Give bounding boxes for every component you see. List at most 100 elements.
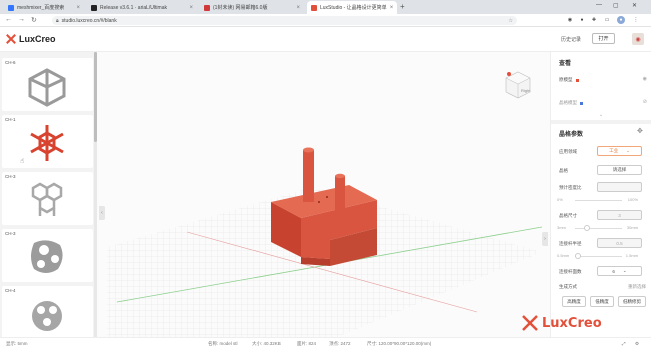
settings-icon[interactable]: ⚙ xyxy=(635,341,639,347)
chevron-down-icon: ⌄ xyxy=(622,268,627,273)
layer-color-swatch xyxy=(575,78,579,82)
eye-icon[interactable]: ◉ xyxy=(643,76,647,82)
luxcreo-x-icon xyxy=(522,315,538,331)
chevron-down-icon[interactable]: ⌄ xyxy=(599,112,603,118)
browser-tab-3[interactable]: (1封未读) 网易邮箱6.0版 × xyxy=(200,1,304,14)
strut-radius-input[interactable]: 0.5 xyxy=(597,238,642,248)
browser-tab-2[interactable]: Release v3.6.1 · ariaL/Ultimak × xyxy=(87,1,197,14)
input-value: 0.5 xyxy=(616,240,623,246)
close-icon[interactable]: × xyxy=(390,5,394,11)
close-icon[interactable]: × xyxy=(76,5,80,11)
status-vertices: 顶点: 2472 xyxy=(329,341,351,346)
open-button[interactable]: 打开 xyxy=(592,33,615,44)
size-input[interactable]: 3 xyxy=(597,210,642,220)
strut-radius-slider[interactable]: 0.5mm 1.5mm xyxy=(557,253,642,260)
reselect-link[interactable]: 重新选择 xyxy=(628,284,646,290)
sphere-lattice-thumbnail xyxy=(32,301,62,331)
high-precision-button[interactable]: 高精度 xyxy=(562,296,586,307)
gyroid-lattice-thumbnail xyxy=(31,240,63,273)
density-label: 预计密度比 xyxy=(559,185,582,190)
tab-title: meshmixer_百度搜索 xyxy=(17,5,65,11)
browser-tab-1[interactable]: meshmixer_百度搜索 × xyxy=(4,1,84,14)
lock-icon: 🔒︎ xyxy=(56,17,59,24)
puzzle-icon[interactable]: ✚ xyxy=(590,16,598,24)
maximize-icon[interactable]: ▢ xyxy=(613,2,619,9)
fullscreen-icon[interactable]: ⤢ xyxy=(622,341,626,346)
browser-tab-bar: meshmixer_百度搜索 × Release v3.6.1 · ariaL/… xyxy=(0,0,651,14)
window-close-icon[interactable]: ✕ xyxy=(632,2,637,9)
reload-icon[interactable]: ↻ xyxy=(31,16,37,24)
select-value: 请选择 xyxy=(612,167,627,172)
strut-faces-select[interactable]: 6 ⌄ xyxy=(597,266,642,276)
density-input[interactable] xyxy=(597,182,642,192)
back-icon[interactable]: ← xyxy=(5,16,12,23)
slider-min: 0.5mm xyxy=(557,253,570,258)
slider-max: 30mm xyxy=(626,225,638,230)
application-select[interactable]: 工业 ⌄ xyxy=(597,146,642,156)
slider-knob[interactable] xyxy=(575,253,581,259)
luxcreo-favicon-icon xyxy=(311,4,317,11)
settings-gear-icon[interactable]: ✥ xyxy=(637,127,643,135)
adblock-icon[interactable]: ● xyxy=(578,16,586,24)
slider-track xyxy=(575,256,622,257)
layer-row-original[interactable]: 原模型 xyxy=(559,77,579,83)
viewport-canvas xyxy=(107,147,543,337)
minimize-icon[interactable]: — xyxy=(596,2,602,8)
collapse-right-panel-button[interactable]: › xyxy=(542,232,548,246)
application-label: 应用领域 xyxy=(559,149,577,154)
forward-icon[interactable]: → xyxy=(18,16,25,23)
size-slider[interactable]: 3mm 30mm xyxy=(557,225,642,232)
bookmark-star-icon[interactable]: ☆ xyxy=(509,18,513,24)
model-card-ch4[interactable]: CH-4 xyxy=(2,286,93,337)
view-cube[interactable]: Right xyxy=(503,70,533,100)
status-name: 名称: model stl xyxy=(208,341,238,346)
url-field[interactable]: 🔒︎ studio.luxcreo.cn/#/blank ☆ xyxy=(52,16,517,25)
lattice-select[interactable]: 请选择 xyxy=(597,165,642,175)
tab-title: (1封未读) 网易邮箱6.0版 xyxy=(213,5,268,11)
layer-row-lattice[interactable]: 晶格模型 xyxy=(559,100,583,106)
low-precision-trim-button[interactable]: 低精修剪 xyxy=(618,296,646,307)
strut-faces-label: 连接杆面数 xyxy=(559,269,582,274)
cursor-hand-icon: ☝︎ xyxy=(20,158,25,165)
model-card-ch1[interactable]: CH-1 ☝︎ xyxy=(2,115,93,168)
low-precision-button[interactable]: 低精度 xyxy=(590,296,614,307)
eye-off-icon[interactable]: ⊘ xyxy=(643,99,647,105)
select-value: 工业 xyxy=(609,148,619,153)
close-icon[interactable]: × xyxy=(296,5,300,11)
density-slider[interactable]: 0% 100% xyxy=(557,197,642,204)
browser-tab-4-active[interactable]: LuxStudio - 让晶格设计更简单 × xyxy=(307,1,397,14)
user-avatar[interactable]: ◉ xyxy=(632,33,644,45)
3d-viewport[interactable]: Right xyxy=(97,52,550,337)
slider-max: 1.5mm xyxy=(625,253,638,258)
model-card-ch3-b[interactable]: CH-3 xyxy=(2,229,93,282)
collapse-left-panel-button[interactable]: ‹ xyxy=(99,206,105,220)
sidebar-icon[interactable]: ▭ xyxy=(603,16,611,24)
extension-icon[interactable]: ◉ xyxy=(566,16,574,24)
github-favicon-icon xyxy=(91,4,97,11)
model-label: CH-3 xyxy=(5,231,16,236)
honeycomb-lattice-thumbnail xyxy=(31,182,63,216)
profile-avatar-icon[interactable]: ● xyxy=(617,16,625,24)
slider-track xyxy=(575,200,622,201)
slider-knob[interactable] xyxy=(584,225,590,231)
model-card-ch6[interactable]: CH-6 xyxy=(2,58,93,111)
menu-dots-icon[interactable]: ⋮ xyxy=(632,16,640,24)
properties-panel: 查看 原模型 ◉ 晶格模型 ⊘ ⌄ 晶格参数 ✥ 应用领域 晶格 预计密度比 晶… xyxy=(550,52,651,337)
slider-min: 0% xyxy=(557,197,563,202)
layer-label: 晶格模型 xyxy=(559,100,577,105)
lattice-label: 晶格 xyxy=(559,168,568,173)
model-label: CH-6 xyxy=(5,60,16,65)
generation-label: 生成方式 xyxy=(559,284,577,289)
luxcreo-logo[interactable]: LuxCreo xyxy=(6,34,56,44)
chevron-down-icon: ⌄ xyxy=(626,148,630,153)
url-text: studio.luxcreo.cn/#/blank xyxy=(61,17,117,24)
model-library-panel: CH-6 CH-1 ☝︎ CH-3 CH-3 CH-4 xyxy=(0,52,96,337)
logo-text: LuxCreo xyxy=(19,34,56,44)
new-tab-icon[interactable]: + xyxy=(400,2,405,11)
status-size: 大小: 40.32KB xyxy=(252,341,281,346)
history-link[interactable]: 历史记录 xyxy=(561,36,581,43)
model-card-ch3-a[interactable]: CH-3 xyxy=(2,172,93,225)
close-icon[interactable]: × xyxy=(189,5,193,11)
lattice-section-title: 晶格参数 xyxy=(559,132,584,138)
view-cube-face-label: Right xyxy=(521,88,531,93)
